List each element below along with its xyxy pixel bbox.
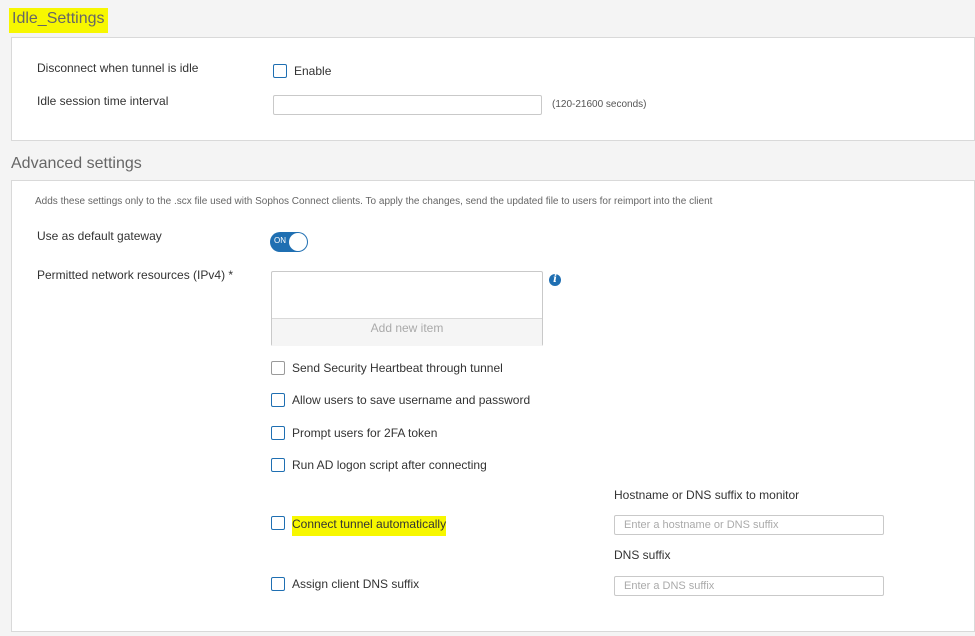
advanced-settings-title: Advanced settings	[11, 155, 142, 172]
permitted-resources-list[interactable]: Add new item	[271, 271, 543, 346]
connect-auto-label: Connect tunnel automatically	[292, 516, 447, 536]
idle-interval-input[interactable]	[273, 95, 542, 115]
hostname-monitor-label: Hostname or DNS suffix to monitor	[614, 488, 800, 502]
ad-logon-label: Run AD logon script after connecting	[292, 458, 487, 472]
permitted-resources-label: Permitted network resources (IPv4) *	[37, 268, 234, 282]
connect-auto-checkbox[interactable]	[271, 516, 285, 530]
advanced-description: Adds these settings only to the .scx fil…	[35, 196, 713, 207]
save-credentials-label: Allow users to save username and passwor…	[292, 393, 531, 407]
hostname-input[interactable]: Enter a hostname or DNS suffix	[614, 515, 884, 535]
default-gateway-toggle[interactable]: ON	[270, 232, 308, 252]
toggle-knob	[289, 233, 307, 251]
heartbeat-checkbox[interactable]	[271, 361, 285, 375]
idle-settings-panel	[11, 37, 975, 141]
ad-logon-checkbox[interactable]	[271, 458, 285, 472]
dns-suffix-input[interactable]: Enter a DNS suffix	[614, 576, 884, 596]
toggle-state-text: ON	[274, 236, 286, 245]
prompt-2fa-label: Prompt users for 2FA token	[292, 426, 438, 440]
add-new-item-button[interactable]: Add new item	[272, 318, 542, 346]
save-credentials-checkbox[interactable]	[271, 393, 285, 407]
dns-suffix-checkbox-label: Assign client DNS suffix	[292, 577, 420, 591]
idle-interval-label: Idle session time interval	[37, 94, 169, 108]
disconnect-idle-label: Disconnect when tunnel is idle	[37, 61, 199, 75]
prompt-2fa-checkbox[interactable]	[271, 426, 285, 440]
dns-suffix-label: DNS suffix	[614, 548, 671, 562]
idle-interval-hint: (120-21600 seconds)	[552, 99, 647, 110]
enable-label: Enable	[294, 64, 332, 78]
enable-idle-checkbox[interactable]	[273, 64, 287, 78]
heartbeat-label: Send Security Heartbeat through tunnel	[292, 361, 503, 375]
default-gateway-label: Use as default gateway	[37, 229, 162, 243]
info-icon[interactable]: i	[549, 274, 561, 286]
idle-settings-title: Idle_Settings	[9, 8, 108, 33]
dns-suffix-checkbox[interactable]	[271, 577, 285, 591]
